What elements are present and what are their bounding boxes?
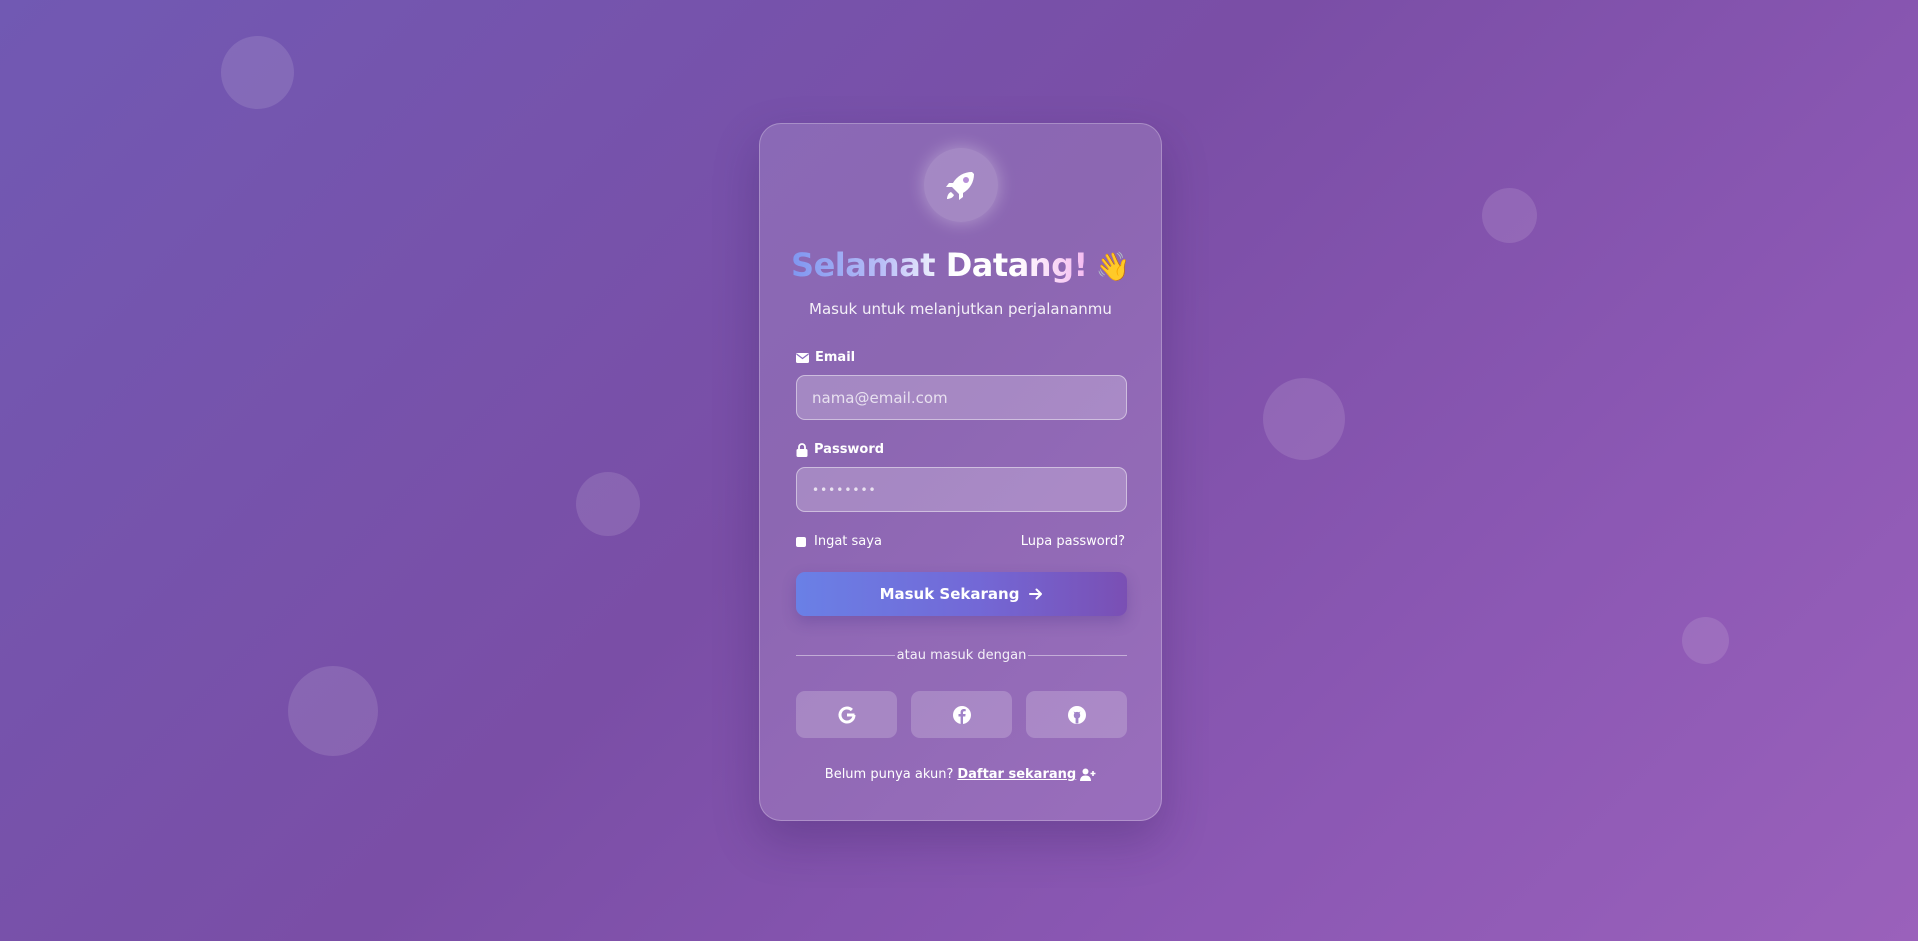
signup-link[interactable]: Daftar sekarang: [957, 767, 1076, 782]
remember-label: Ingat saya: [814, 534, 882, 549]
email-placeholder: nama@email.com: [812, 388, 948, 407]
divider-line: [796, 654, 895, 656]
title-gradient-text: Selamat Datang!: [791, 246, 1088, 284]
password-label: Password: [796, 442, 884, 457]
forgot-password-link[interactable]: Lupa password?: [1021, 534, 1125, 549]
google-login-button[interactable]: [796, 691, 897, 738]
password-field[interactable]: ••••••••: [796, 467, 1127, 512]
background-bubble: [1263, 378, 1345, 460]
rocket-icon: [946, 172, 974, 200]
login-button-label: Masuk Sekarang: [879, 585, 1020, 603]
page-title: Selamat Datang! 👋: [760, 246, 1161, 284]
password-value: ••••••••: [812, 482, 877, 497]
background-bubble: [576, 472, 640, 536]
lock-icon: [796, 442, 808, 457]
background-bubble: [1682, 617, 1729, 664]
arrow-right-icon: [1029, 588, 1043, 600]
google-icon: [838, 706, 855, 723]
facebook-login-button[interactable]: [911, 691, 1012, 738]
login-button[interactable]: Masuk Sekarang: [796, 572, 1127, 616]
remember-checkbox[interactable]: [796, 536, 806, 547]
background-bubble: [1482, 188, 1537, 243]
envelope-icon: [796, 352, 809, 363]
divider-text: atau masuk dengan: [896, 647, 1027, 663]
login-card: Selamat Datang! 👋 Masuk untuk melanjutkan…: [759, 123, 1162, 821]
signup-prompt-text: Belum punya akun?: [824, 767, 954, 782]
facebook-icon: [952, 705, 971, 724]
page-subtitle: Masuk untuk melanjutkan perjalananmu: [809, 300, 1112, 318]
github-icon: [1067, 705, 1086, 724]
rocket-logo: [924, 148, 998, 222]
email-field[interactable]: nama@email.com: [796, 375, 1127, 420]
divider-line: [1028, 654, 1127, 656]
email-label: Email: [796, 350, 855, 365]
wave-emoji: 👋: [1095, 250, 1131, 283]
remember-me[interactable]: Ingat saya: [796, 534, 882, 549]
github-login-button[interactable]: [1026, 691, 1127, 738]
divider: atau masuk dengan: [796, 645, 1127, 665]
user-plus-icon: [1080, 768, 1096, 781]
background-bubble: [221, 36, 294, 109]
background-bubble: [288, 666, 378, 756]
signup-prompt: Belum punya akun? Daftar sekarang: [760, 767, 1161, 782]
